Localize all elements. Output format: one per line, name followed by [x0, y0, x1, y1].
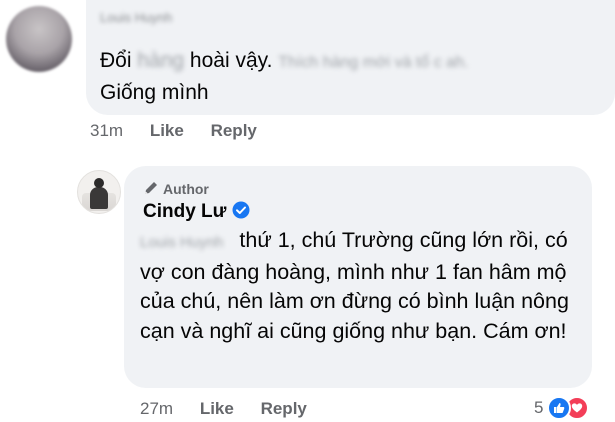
avatar-figure-head — [94, 178, 104, 188]
author-name-text[interactable]: Cindy Lư — [143, 201, 226, 222]
commenter-avatar[interactable] — [6, 6, 72, 72]
comment-word: Đổi — [100, 49, 132, 72]
blurred-text: hàng — [137, 49, 185, 72]
author-name[interactable]: Cindy Lư — [143, 201, 250, 223]
comment-thread: Louis Huynh Đổi hàng hoài vậy. Thích hàn… — [0, 0, 615, 422]
blurred-mention: Louis Huynh — [140, 234, 224, 251]
comment-text-line: Giống mình — [100, 81, 209, 104]
author-badge-label: Author — [163, 181, 209, 197]
reply-text: Louis Huynh thứ 1, chú Trường cũng lớn rồ… — [140, 226, 570, 346]
author-avatar[interactable] — [77, 170, 121, 214]
commenter-name[interactable]: Louis Huynh — [100, 10, 172, 25]
like-button[interactable]: Like — [150, 121, 184, 140]
reaction-count: 5 — [534, 398, 544, 417]
like-button[interactable]: Like — [200, 399, 234, 418]
thumbs-up-icon — [554, 403, 565, 413]
blurred-text: Thích hàng mới và tổ c ah. — [278, 54, 469, 71]
timestamp[interactable]: 31m — [90, 121, 123, 140]
reply-button[interactable]: Reply — [261, 399, 307, 418]
verified-badge-icon — [232, 201, 250, 219]
pen-icon — [145, 182, 157, 194]
reaction-summary[interactable]: 5 — [534, 395, 590, 421]
reply-button[interactable]: Reply — [211, 121, 257, 140]
comment-text-line: Đổi hàng hoài vậy. Thích hàng mới và tổ … — [100, 46, 468, 77]
heart-icon — [572, 403, 583, 413]
timestamp[interactable]: 27m — [140, 399, 173, 418]
avatar-figure — [90, 187, 108, 209]
comment-word: hoài vậy. — [189, 49, 273, 72]
author-badge: Author — [143, 180, 209, 197]
reply-actions: 27m Like Reply — [140, 399, 329, 419]
comment-actions: 31m Like Reply — [90, 121, 279, 141]
